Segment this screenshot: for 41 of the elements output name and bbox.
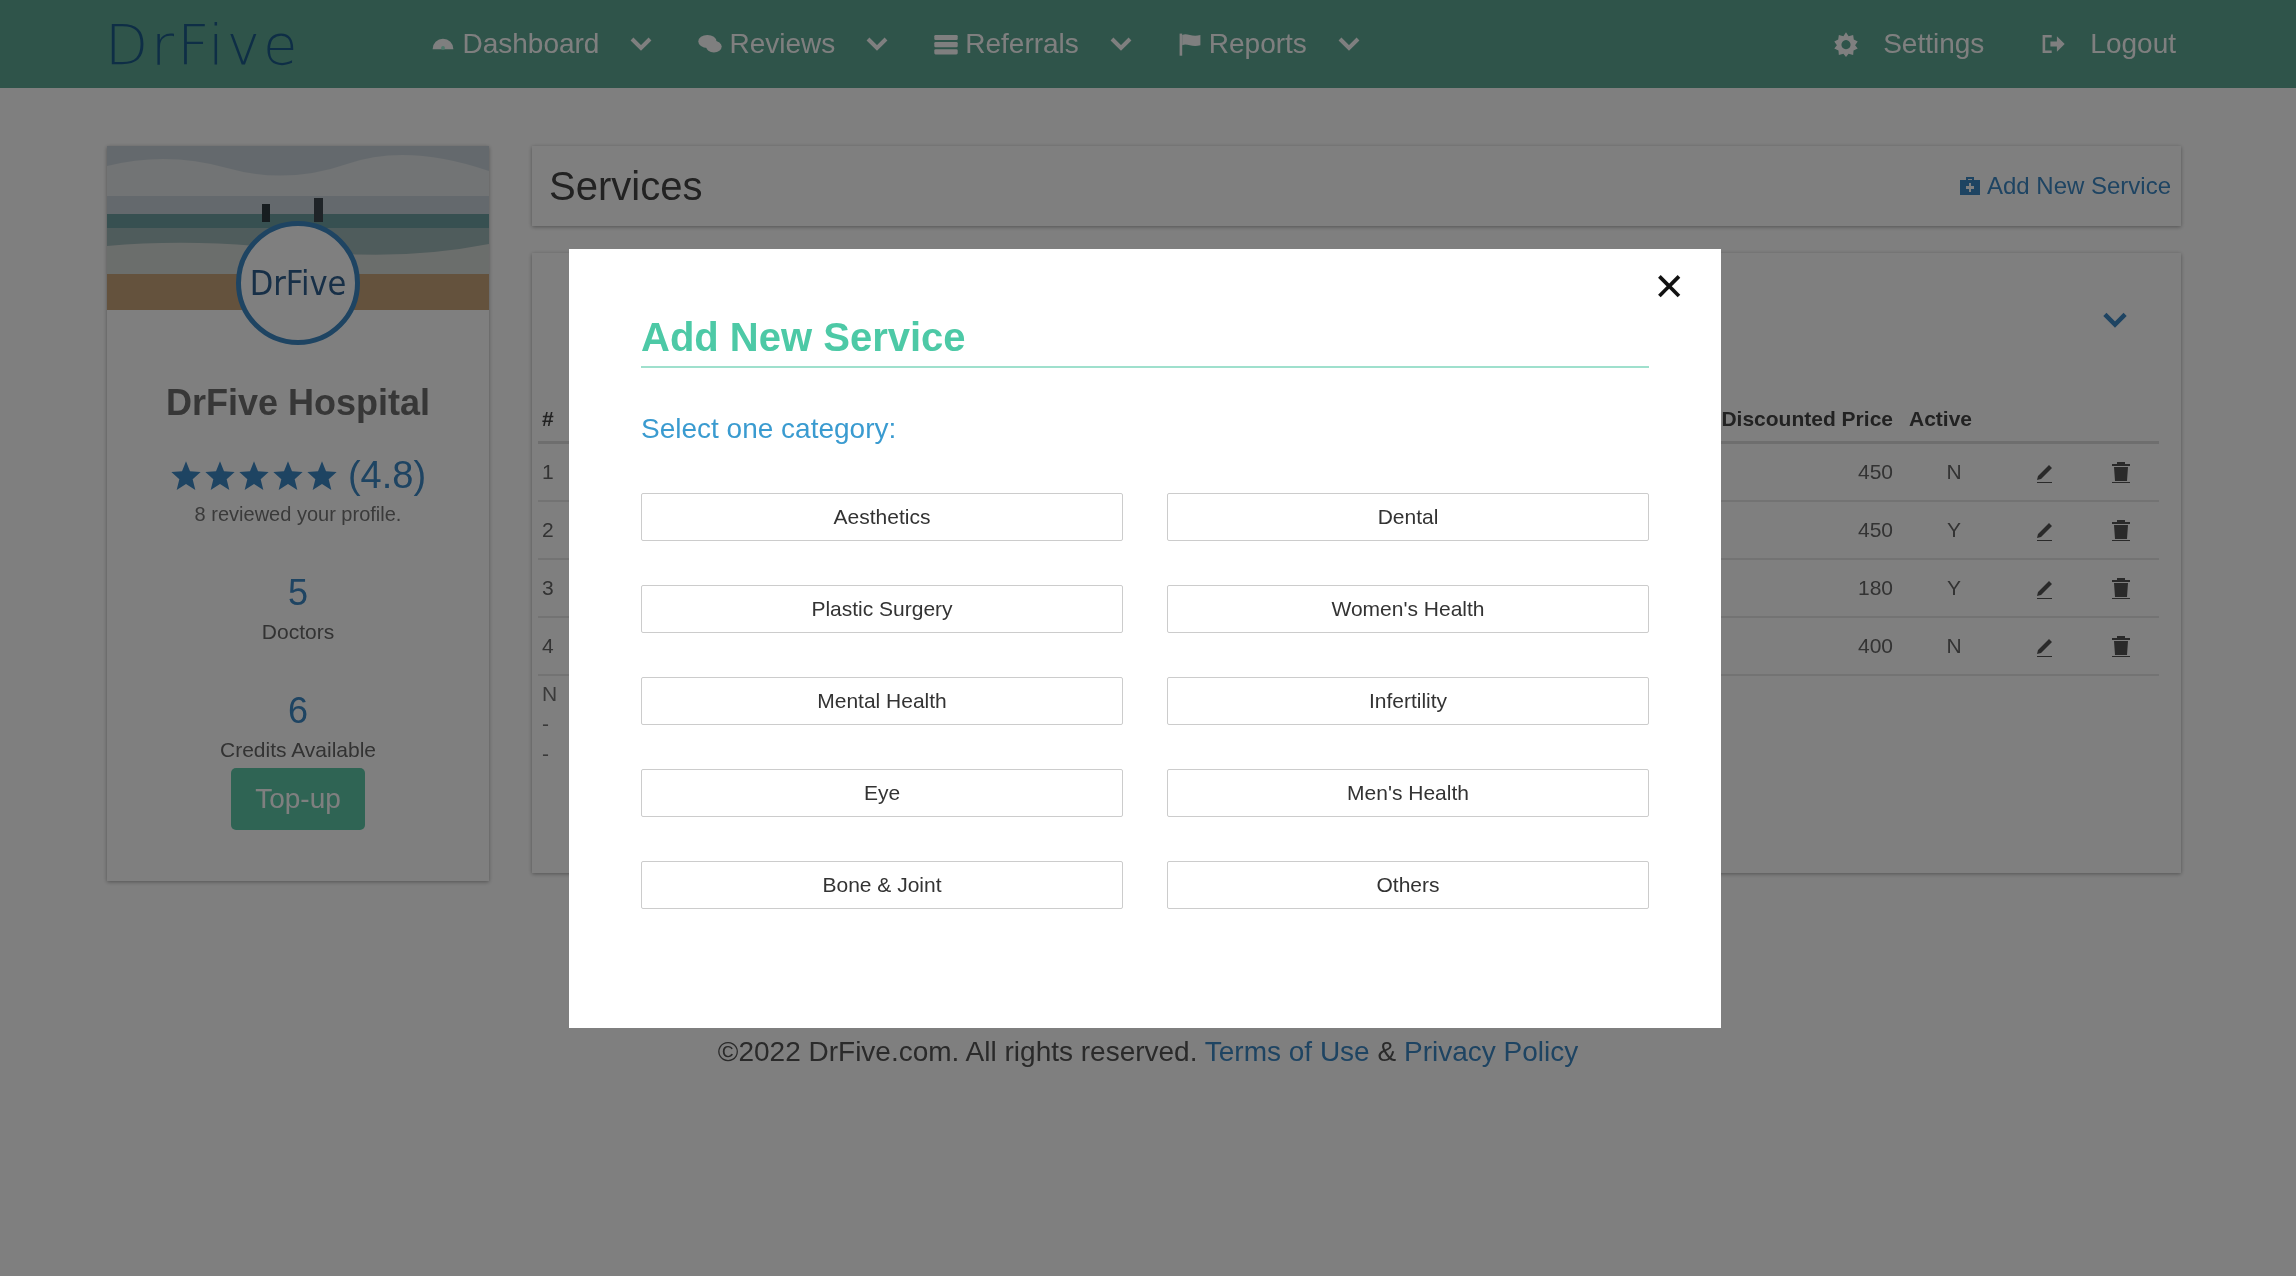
medical-bag-icon [1958,176,1981,196]
table-cell: Y [1901,501,2007,559]
category-button[interactable]: Others [1167,861,1649,909]
settings-icon [1833,31,1860,57]
category-button[interactable]: Aesthetics [641,493,1123,541]
trash-icon[interactable] [2111,635,2131,657]
note-text: - [542,742,549,766]
category-button[interactable]: Infertility [1167,677,1649,725]
table-cell: N [1901,442,2007,501]
table-cell: Y [1901,559,2007,617]
category-prompt: Select one category: [641,413,898,445]
category-button[interactable]: Bone & Joint [641,861,1123,909]
review-count: 8 reviewed your profile. [194,503,402,526]
profile-name: DrFive Hospital [165,382,431,424]
stat-value: 5 [288,572,308,614]
page-title: Services [549,163,703,209]
category-button[interactable]: Dental [1167,493,1649,541]
modal-title: Add New Service [641,315,1649,368]
rating-value: (4.8) [347,454,427,497]
category-button[interactable]: Women's Health [1167,585,1649,633]
trash-icon[interactable] [2111,519,2131,541]
category-button[interactable]: Eye [641,769,1123,817]
chevron-icon [629,36,654,52]
note-text: - [542,712,549,736]
category-button[interactable]: Plastic Surgery [641,585,1123,633]
chevron-icon [2101,311,2129,329]
chevron-icon [865,36,890,52]
stat-label: Credits Available [219,738,376,762]
chevron-icon [1336,36,1361,52]
category-button[interactable]: Men's Health [1167,769,1649,817]
trash-icon[interactable] [2111,577,2131,599]
table-cell: N [1901,617,2007,675]
chevron-icon [1108,36,1133,52]
footer-text: ©2022 DrFive.com. All rights reserved. Terms of Use & Privacy Policy [716,1036,1580,1068]
trash-icon[interactable] [2111,461,2131,483]
close-button[interactable]: ✕ [1653,265,1685,309]
category-button[interactable]: Mental Health [641,677,1123,725]
stat-value: 6 [288,690,308,732]
column-header: Active [1901,397,2007,443]
note-text: N [542,682,558,706]
stat-label: Doctors [261,620,335,644]
